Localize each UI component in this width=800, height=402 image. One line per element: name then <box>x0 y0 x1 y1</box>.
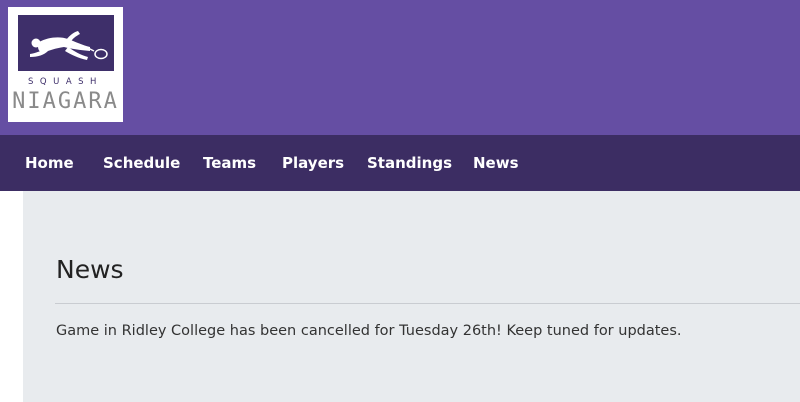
nav-schedule[interactable]: Schedule <box>103 154 180 172</box>
site-header: SQUASH NIAGARA <box>0 0 800 135</box>
nav-standings[interactable]: Standings <box>367 154 452 172</box>
page-title: News <box>56 255 124 284</box>
main-nav: Home Schedule Teams Players Standings Ne… <box>0 135 800 191</box>
main-content: News Game in Ridley College has been can… <box>23 191 800 402</box>
logo-graphic: SQUASH NIAGARA <box>12 15 119 114</box>
logo-line1: SQUASH <box>28 77 103 87</box>
nav-players[interactable]: Players <box>282 154 344 172</box>
news-item-text: Game in Ridley College has been cancelle… <box>56 323 682 339</box>
squash-niagara-logo[interactable]: SQUASH NIAGARA <box>8 7 123 122</box>
nav-home[interactable]: Home <box>25 154 74 172</box>
nav-teams[interactable]: Teams <box>203 154 256 172</box>
logo-line2: NIAGARA <box>12 89 119 114</box>
title-divider <box>55 303 800 304</box>
nav-news[interactable]: News <box>473 154 519 172</box>
